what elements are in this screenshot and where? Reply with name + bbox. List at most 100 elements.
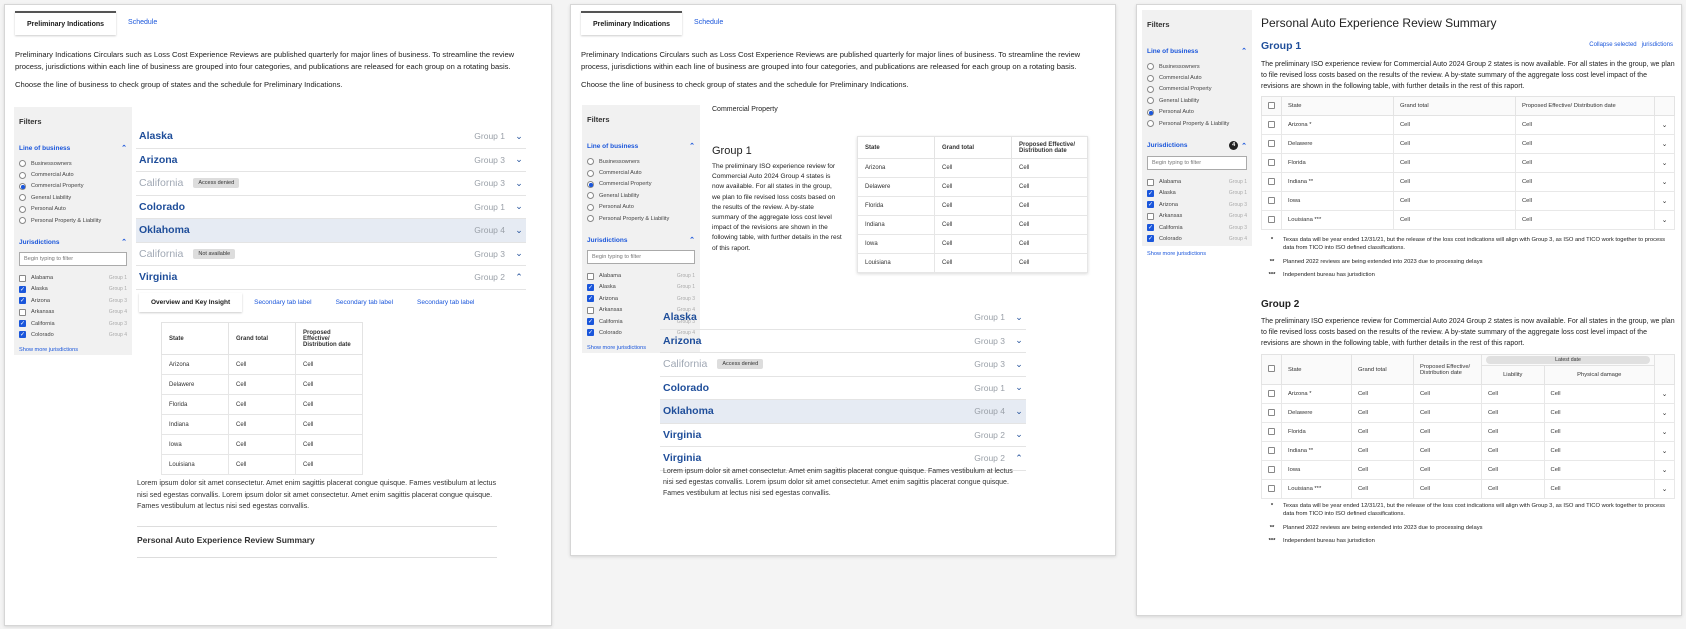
state-accordion-row[interactable]: California Access denied Group 3 ⌄ [136, 172, 526, 196]
state-accordion-row[interactable]: Oklahoma Group 4 ⌄ [660, 400, 1026, 424]
checkbox[interactable]: ✓ [587, 295, 594, 303]
jurisdiction-filter-input[interactable]: Begin typing to filter [587, 250, 695, 265]
chevron-down-icon[interactable]: ⌄ [515, 178, 523, 189]
lob-option[interactable]: Personal Property & Liability [14, 215, 132, 226]
lob-option[interactable]: Personal Property & Liability [582, 213, 700, 224]
checkbox[interactable]: ✓ [19, 320, 26, 328]
chevron-down-icon[interactable]: ⌄ [1654, 403, 1675, 423]
table-row[interactable]: Iowa Cell Cell ⌄ [1261, 191, 1675, 211]
checkbox[interactable]: ✓ [1147, 189, 1154, 197]
jurisdiction-option[interactable]: Alabama Group 1 [1142, 176, 1252, 187]
jurisdiction-option[interactable]: ✓ Arizona Group 3 [14, 295, 132, 306]
state-accordion-row[interactable]: Colorado Group 1 ⌄ [660, 377, 1026, 400]
chevron-down-icon[interactable]: ⌄ [1654, 210, 1675, 230]
row-checkbox[interactable] [1261, 191, 1282, 211]
jurisdiction-option[interactable]: ✓ California Group 3 [14, 318, 132, 329]
chevron-down-icon[interactable]: ⌄ [1015, 359, 1023, 370]
lob-section-toggle[interactable]: Line of business ⌃ [1142, 47, 1252, 56]
chevron-down-icon[interactable]: ⌄ [1654, 479, 1675, 499]
lob-option[interactable]: Commercial Auto [1142, 72, 1252, 83]
jurisdiction-option[interactable]: Alabama Group 1 [14, 272, 132, 283]
tab-preliminary-indications[interactable]: Preliminary Indications [15, 11, 117, 35]
checkbox[interactable] [19, 308, 26, 316]
lob-option[interactable]: Commercial Auto [14, 169, 132, 180]
row-checkbox[interactable] [1261, 134, 1282, 154]
chevron-down-icon[interactable]: ⌄ [515, 225, 523, 236]
jurisdiction-option[interactable]: ✓ Arizona Group 3 [1142, 199, 1252, 210]
chevron-down-icon[interactable]: ⌄ [515, 201, 523, 212]
checkbox[interactable] [587, 272, 594, 280]
state-accordion-row[interactable]: Arizona Group 3 ⌄ [660, 330, 1026, 353]
select-all-checkbox[interactable] [1261, 96, 1282, 116]
lob-option[interactable]: Commercial Property [1142, 84, 1252, 95]
table-row[interactable]: Florida Cell Cell ⌄ [1261, 153, 1675, 173]
jurisdiction-filter-input[interactable]: Begin typing to filter [1147, 156, 1247, 171]
show-more-jurisdictions-link[interactable]: Show more jurisdictions [1142, 245, 1252, 263]
radio-button[interactable] [587, 180, 594, 188]
lob-option[interactable]: Businessowners [1142, 61, 1252, 72]
radio-button[interactable] [19, 171, 26, 179]
checkbox[interactable]: ✓ [587, 283, 594, 291]
chevron-down-icon[interactable]: ⌄ [1654, 191, 1675, 211]
chevron-down-icon[interactable]: ⌄ [1015, 429, 1023, 440]
lob-option[interactable]: Businessowners [582, 156, 700, 167]
lob-option[interactable]: Commercial Property [14, 181, 132, 192]
table-row[interactable]: Delawere Cell Cell Cell Cell ⌄ [1261, 403, 1675, 423]
checkbox[interactable]: ✓ [19, 331, 26, 339]
jurisdictions-section-toggle[interactable]: Jurisdictions ⌃ [582, 236, 700, 245]
chevron-down-icon[interactable]: ⌄ [1654, 422, 1675, 442]
radio-button[interactable] [587, 169, 594, 177]
chevron-down-icon[interactable]: ⌄ [1654, 441, 1675, 461]
tab-schedule[interactable]: Schedule [116, 11, 169, 35]
checkbox[interactable] [19, 274, 26, 282]
state-accordion-row[interactable]: Alaska Group 1 ⌄ [660, 306, 1026, 330]
jurisdiction-option[interactable]: ✓ California Group 3 [1142, 222, 1252, 233]
table-row[interactable]: Arizona * Cell Cell Cell Cell ⌄ [1261, 384, 1675, 404]
state-accordion-row[interactable]: Colorado Group 1 ⌄ [136, 196, 526, 219]
chevron-down-icon[interactable]: ⌄ [1015, 382, 1023, 393]
lob-section-toggle[interactable]: Line of business ⌃ [14, 144, 132, 153]
lob-option[interactable]: Businessowners [14, 158, 132, 169]
table-row[interactable]: Louisiana *** Cell Cell ⌄ [1261, 210, 1675, 230]
lob-option[interactable]: Personal Auto [14, 204, 132, 215]
checkbox[interactable]: ✓ [19, 285, 26, 293]
checkbox[interactable]: ✓ [587, 318, 594, 326]
jurisdiction-option[interactable]: ✓ Alaska Group 1 [582, 282, 700, 293]
checkbox[interactable]: ✓ [1147, 235, 1154, 243]
show-more-jurisdictions-link[interactable]: Show more jurisdictions [14, 341, 132, 359]
lob-option[interactable]: Personal Auto [582, 202, 700, 213]
row-checkbox[interactable] [1261, 115, 1282, 135]
chevron-down-icon[interactable]: ⌄ [1015, 312, 1023, 323]
jurisdiction-option[interactable]: ✓ Colorado Group 4 [14, 329, 132, 340]
checkbox[interactable] [1147, 212, 1154, 220]
summary-section-title[interactable]: Personal Auto Experience Review Summary [137, 535, 315, 545]
radio-button[interactable] [1147, 108, 1154, 116]
row-checkbox[interactable] [1261, 479, 1282, 499]
row-checkbox[interactable] [1261, 422, 1282, 442]
tab-schedule[interactable]: Schedule [682, 11, 735, 35]
table-row[interactable]: Arizona * Cell Cell ⌄ [1261, 115, 1675, 135]
checkbox[interactable]: ✓ [587, 329, 594, 337]
chevron-down-icon[interactable]: ⌄ [1654, 134, 1675, 154]
checkbox[interactable]: ✓ [19, 297, 26, 305]
row-checkbox[interactable] [1261, 153, 1282, 173]
state-accordion-row[interactable]: California Access denied Group 3 ⌄ [660, 353, 1026, 377]
radio-button[interactable] [587, 158, 594, 166]
collapse-selected-link[interactable]: Collapse selected [1589, 42, 1636, 48]
chevron-down-icon[interactable]: ⌄ [515, 248, 523, 259]
lob-option[interactable]: Commercial Property [582, 179, 700, 190]
jurisdiction-option[interactable]: ✓ Alaska Group 1 [14, 284, 132, 295]
row-checkbox[interactable] [1261, 210, 1282, 230]
state-accordion-row[interactable]: Virginia Group 2 ⌃ [136, 266, 526, 290]
jurisdiction-option[interactable]: ✓ Colorado Group 4 [1142, 233, 1252, 244]
table-row[interactable]: Louisiana *** Cell Cell Cell Cell ⌄ [1261, 479, 1675, 499]
lob-option[interactable]: General Liability [1142, 95, 1252, 106]
chevron-down-icon[interactable]: ⌄ [515, 131, 523, 142]
chevron-down-icon[interactable]: ⌄ [1654, 384, 1675, 404]
checkbox[interactable]: ✓ [1147, 224, 1154, 232]
row-checkbox[interactable] [1261, 460, 1282, 480]
radio-button[interactable] [587, 215, 594, 223]
radio-button[interactable] [1147, 63, 1154, 71]
lob-option[interactable]: General Liability [582, 190, 700, 201]
checkbox[interactable] [1147, 178, 1154, 186]
